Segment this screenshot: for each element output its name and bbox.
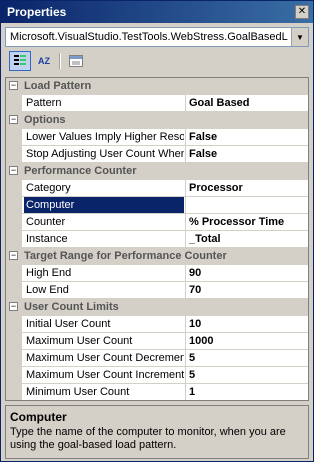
property-row[interactable]: High End 90 [6, 265, 308, 282]
property-value[interactable]: 10 [185, 316, 308, 332]
close-button[interactable]: ✕ [295, 5, 309, 19]
category-header[interactable]: − Options [6, 112, 308, 129]
property-value[interactable]: 1000 [185, 333, 308, 349]
alphabetical-button[interactable]: AZ [33, 51, 55, 71]
category-header[interactable]: − User Count Limits [6, 299, 308, 316]
property-row[interactable]: Minimum User Count 1 [6, 384, 308, 400]
row-gutter [6, 129, 22, 145]
category-label: User Count Limits [24, 301, 119, 313]
category-header[interactable]: − Performance Counter [6, 163, 308, 180]
property-row[interactable]: Lower Values Imply Higher Resource Utili… [6, 129, 308, 146]
description-title: Computer [10, 410, 67, 424]
property-name[interactable]: Maximum User Count Increment [24, 367, 184, 383]
sort-az-icon: AZ [38, 56, 50, 66]
object-selector-dropdown[interactable]: Microsoft.VisualStudio.TestTools.WebStre… [5, 27, 309, 47]
row-gutter [6, 367, 22, 383]
property-row[interactable]: Maximum User Count Increment 5 [6, 367, 308, 384]
property-name[interactable]: Maximum User Count Decrement [24, 350, 184, 366]
property-name[interactable]: Pattern [24, 95, 184, 111]
property-name[interactable]: High End [24, 265, 184, 281]
property-value[interactable]: _Total [185, 231, 308, 247]
property-value[interactable]: Processor [185, 180, 308, 196]
category-header[interactable]: − Load Pattern [6, 78, 308, 95]
property-value[interactable]: 70 [185, 282, 308, 298]
collapse-toggle-icon[interactable]: − [9, 115, 18, 124]
row-gutter [6, 95, 22, 111]
property-value[interactable]: 90 [185, 265, 308, 281]
close-icon: ✕ [297, 6, 307, 17]
property-row[interactable]: Category Processor [6, 180, 308, 197]
category-header[interactable]: − Target Range for Performance Counter [6, 248, 308, 265]
property-row[interactable]: Instance _Total [6, 231, 308, 248]
window-title: Properties [7, 5, 67, 19]
title-bar[interactable]: Properties ✕ [1, 1, 313, 23]
property-value[interactable]: 5 [185, 367, 308, 383]
property-name[interactable]: Instance [24, 231, 184, 247]
property-value[interactable]: Goal Based [185, 95, 308, 111]
category-label: Target Range for Performance Counter [24, 250, 227, 262]
property-value[interactable]: % Processor Time [185, 214, 308, 230]
row-gutter [6, 333, 22, 349]
row-gutter [6, 282, 22, 298]
property-value[interactable] [185, 197, 308, 213]
row-gutter [6, 316, 22, 332]
toolbar-separator [59, 53, 61, 69]
row-gutter [6, 384, 22, 400]
category-label: Performance Counter [24, 165, 137, 177]
properties-window: Properties ✕ Microsoft.VisualStudio.Test… [0, 0, 314, 462]
property-name[interactable]: Category [24, 180, 184, 196]
categorized-button[interactable] [9, 51, 31, 71]
property-name[interactable]: Maximum User Count [24, 333, 184, 349]
property-value[interactable]: 5 [185, 350, 308, 366]
collapse-toggle-icon[interactable]: − [9, 166, 18, 175]
category-label: Options [24, 114, 66, 126]
row-gutter [6, 265, 22, 281]
description-text: Type the name of the computer to monitor… [10, 426, 286, 451]
property-name[interactable]: Minimum User Count [24, 384, 184, 400]
row-gutter [6, 146, 22, 162]
property-value[interactable]: 1 [185, 384, 308, 400]
property-name[interactable]: Initial User Count [24, 316, 184, 332]
property-row[interactable]: Computer [6, 197, 308, 214]
object-selector-value: Microsoft.VisualStudio.TestTools.WebStre… [10, 31, 288, 43]
collapse-toggle-icon[interactable]: − [9, 81, 18, 90]
collapse-toggle-icon[interactable]: − [9, 251, 18, 260]
property-row[interactable]: Pattern Goal Based [6, 95, 308, 112]
categorized-icon [14, 55, 26, 65]
property-row[interactable]: Maximum User Count 1000 [6, 333, 308, 350]
property-grid: − Load Pattern Pattern Goal Based − Options Lo… [5, 77, 309, 401]
collapse-toggle-icon[interactable]: − [9, 302, 18, 311]
property-pages-icon [69, 55, 83, 67]
property-value[interactable]: False [185, 129, 308, 145]
chevron-down-icon[interactable]: ▼ [291, 28, 308, 46]
property-pages-button[interactable] [65, 51, 87, 71]
row-gutter [6, 197, 22, 213]
row-gutter [6, 180, 22, 196]
property-name[interactable]: Counter [24, 214, 184, 230]
properties-toolbar: AZ [5, 49, 309, 75]
property-row[interactable]: Counter% Processor Time [6, 214, 308, 231]
description-panel: Computer Type the name of the computer t… [5, 405, 309, 459]
property-row[interactable]: Stop Adjusting User Count When Goal Achi… [6, 146, 308, 163]
row-gutter [6, 350, 22, 366]
property-value[interactable]: False [185, 146, 308, 162]
category-label: Load Pattern [24, 80, 92, 92]
property-row[interactable]: Maximum User Count Decrement 5 [6, 350, 308, 367]
property-row[interactable]: Low End 70 [6, 282, 308, 299]
property-name[interactable]: Stop Adjusting User Count When Goal Achi… [24, 146, 184, 162]
property-row[interactable]: Initial User Count 10 [6, 316, 308, 333]
row-gutter [6, 214, 22, 230]
property-name[interactable]: Computer [24, 197, 184, 213]
row-gutter [6, 231, 22, 247]
property-name[interactable]: Lower Values Imply Higher Resource Utili… [24, 129, 184, 145]
property-name[interactable]: Low End [24, 282, 184, 298]
